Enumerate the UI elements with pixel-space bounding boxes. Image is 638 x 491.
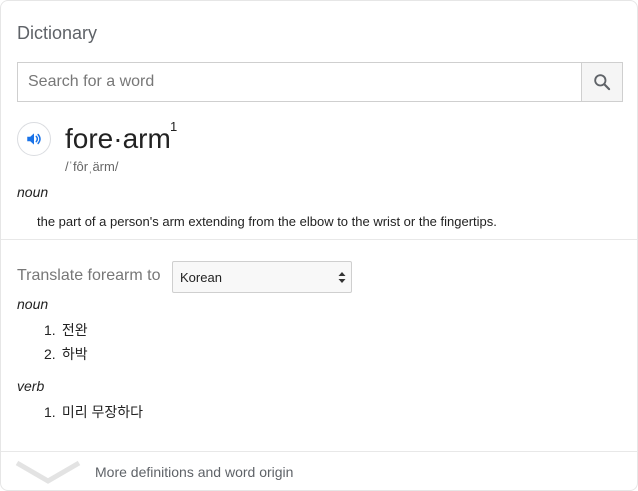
search-icon <box>594 74 611 91</box>
translation-item: 1. 전완 <box>44 321 88 345</box>
translation-pos: noun <box>17 296 49 312</box>
pronunciation: /ˈfôrˌärm/ <box>65 159 119 174</box>
translation-item-text: 전완 <box>61 322 88 338</box>
headword: fore·arm <box>65 123 171 154</box>
pronunciation-audio-button[interactable] <box>17 122 51 156</box>
translation-item-text: 하박 <box>61 346 88 362</box>
chevron-down-icon <box>15 460 81 484</box>
search-box <box>17 62 623 102</box>
definition-text: the part of a person's arm extending fro… <box>37 214 497 229</box>
translation-list-noun: 1. 전완 2. 하박 <box>44 321 88 369</box>
language-select-value: Korean <box>180 269 222 285</box>
select-arrows-icon <box>338 272 346 283</box>
language-select[interactable]: Korean <box>172 261 352 293</box>
speaker-icon <box>27 133 41 145</box>
translation-item: 1. 미리 무장하다 <box>44 403 143 427</box>
translation-item-number: 2. <box>44 346 56 362</box>
translation-item: 2. 하박 <box>44 345 88 369</box>
translation-pos: verb <box>17 378 45 394</box>
more-definitions-label: More definitions and word origin <box>95 464 294 480</box>
translation-list-verb: 1. 미리 무장하다 <box>44 403 143 427</box>
dictionary-card: Dictionary fore·arm 1 /ˈfôrˌärm/ noun th… <box>0 0 638 491</box>
search-button[interactable] <box>581 63 622 101</box>
search-input[interactable] <box>18 63 581 101</box>
panel-title: Dictionary <box>17 23 98 43</box>
homograph-number: 1 <box>170 119 178 134</box>
more-definitions-link[interactable]: More definitions and word origin <box>1 452 637 490</box>
section-divider <box>1 239 637 240</box>
translation-item-text: 미리 무장하다 <box>61 404 144 420</box>
translation-item-number: 1. <box>44 404 56 420</box>
translation-item-number: 1. <box>44 322 56 338</box>
part-of-speech: noun <box>17 184 49 200</box>
translate-label: Translate forearm to <box>17 267 161 284</box>
